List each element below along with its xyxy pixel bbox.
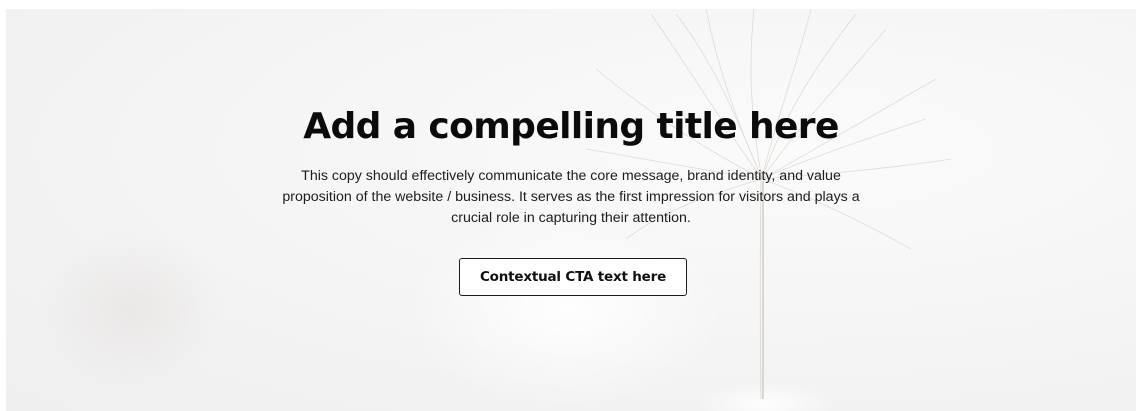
hero-description: This copy should effectively communicate…	[282, 168, 860, 226]
page-frame: Add a compelling title here This copy sh…	[0, 0, 1136, 411]
hero-content: Add a compelling title here This copy sh…	[6, 9, 1136, 411]
hero-title: Add a compelling title here	[303, 106, 839, 147]
hero-section: Add a compelling title here This copy sh…	[6, 9, 1136, 411]
cta-button[interactable]: Contextual CTA text here	[459, 258, 687, 296]
